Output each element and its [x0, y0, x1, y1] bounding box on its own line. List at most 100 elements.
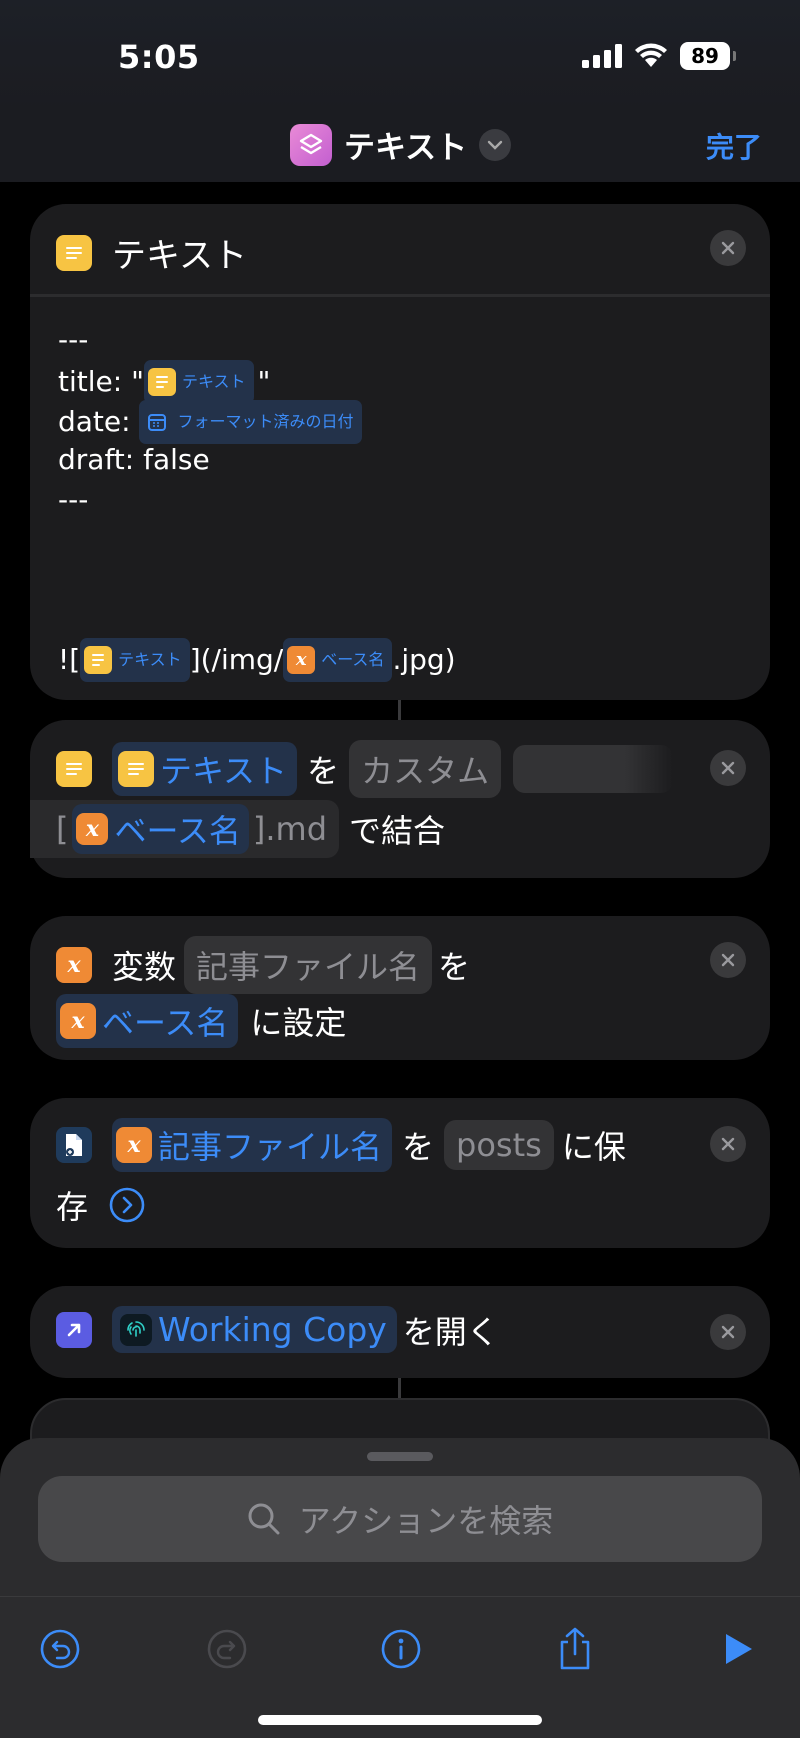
clock: 5:05	[118, 38, 200, 76]
set-variable-action-card[interactable]: x 変数 記事ファイル名 を x ベース名 に設定	[30, 916, 770, 1060]
text-fragment: を	[438, 948, 471, 986]
wifi-icon	[635, 43, 667, 67]
token-label: 記事ファイル名	[158, 1128, 383, 1166]
text-fragment: で結合	[349, 812, 446, 850]
close-icon	[721, 241, 735, 255]
shortcut-title-menu[interactable]: テキスト	[290, 122, 512, 167]
battery-indicator: 89	[680, 42, 736, 70]
text-fragment: を開く	[402, 1312, 499, 1351]
separator-parameter[interactable]: カスタム	[349, 740, 502, 798]
app-token[interactable]: Working Copy	[112, 1306, 397, 1353]
share-button[interactable]	[551, 1625, 599, 1673]
token-label: ベース名	[321, 650, 385, 669]
text-action-icon	[56, 234, 92, 271]
token-label: フォーマット済みの日付	[177, 412, 354, 431]
sheet-grabber[interactable]	[367, 1452, 433, 1461]
text-action-icon	[118, 751, 154, 787]
variable-icon: x	[287, 646, 316, 674]
open-app-icon	[56, 1311, 92, 1348]
text-action-card[interactable]: テキスト --- title: " テキスト " date: フォーマット済みの…	[30, 204, 770, 700]
remove-action-button[interactable]	[710, 942, 746, 978]
play-icon	[726, 1634, 752, 1664]
text-line: ![ テキスト ](/img/ x ベース名 .jpg)	[58, 638, 456, 682]
battery-level: 89	[691, 44, 719, 68]
close-icon	[721, 1325, 735, 1339]
basename-variable-token[interactable]: x ベース名	[72, 804, 249, 854]
combine-text-action-card[interactable]: テキスト を カスタム [ x ベース名 ].md で結合	[30, 720, 770, 878]
remove-action-button[interactable]	[710, 1314, 746, 1350]
done-button[interactable]: 完了	[706, 126, 762, 166]
redo-button[interactable]	[203, 1625, 251, 1673]
text-action-icon	[56, 751, 92, 787]
text-fragment: [	[56, 810, 69, 848]
variable-icon: x	[116, 1127, 152, 1163]
action-connector	[398, 700, 401, 720]
action-connector	[398, 1378, 401, 1398]
text-variable-token[interactable]: テキスト	[80, 638, 190, 682]
token-label: テキスト	[181, 372, 246, 391]
token-label: テキスト	[118, 650, 182, 669]
calendar-icon	[143, 408, 171, 436]
search-icon	[248, 1503, 280, 1535]
text-variable-token[interactable]: テキスト	[143, 360, 254, 404]
editor-toolbar	[0, 1596, 800, 1738]
text-line: title: " テキスト "	[58, 360, 270, 404]
status-icons: 89	[582, 42, 736, 70]
variable-name-field[interactable]: 記事ファイル名	[184, 936, 433, 994]
text-line: draft: false	[58, 443, 210, 476]
text-fragment: title: "	[58, 365, 144, 398]
text-line: ---	[58, 323, 89, 356]
status-bar: 5:05 89	[0, 0, 800, 110]
token-label: ベース名	[102, 1004, 229, 1042]
variable-icon: x	[56, 947, 92, 983]
share-icon	[560, 1627, 590, 1670]
basename-variable-token[interactable]: x ベース名	[283, 638, 393, 682]
formatted-date-token[interactable]: フォーマット済みの日付	[139, 400, 362, 444]
run-button[interactable]	[714, 1625, 762, 1673]
divider	[30, 294, 770, 297]
expand-options-icon[interactable]	[108, 1186, 146, 1224]
token-label: Working Copy	[158, 1310, 387, 1349]
text-action-icon	[84, 646, 113, 674]
cellular-signal-icon	[582, 44, 622, 68]
text-variable-token[interactable]: テキスト	[112, 742, 298, 796]
destination-folder-field[interactable]: posts	[444, 1120, 554, 1170]
text-fragment: ![	[58, 643, 81, 676]
text-fragment: を	[402, 1128, 435, 1166]
fingerprint-icon	[120, 1313, 152, 1346]
article-filename-variable-token[interactable]: x 記事ファイル名	[112, 1118, 393, 1172]
action-search-field[interactable]: アクションを検索	[38, 1476, 762, 1562]
search-placeholder: アクションを検索	[298, 1502, 554, 1540]
action-title: テキスト	[112, 236, 247, 276]
navigation-bar: テキスト 完了	[0, 110, 800, 182]
save-file-action-card[interactable]: x 記事ファイル名 を posts に保 存	[30, 1098, 770, 1248]
redo-icon	[207, 1629, 247, 1669]
text-fragment: "	[257, 365, 271, 398]
text-fragment: ](/img/	[189, 643, 284, 676]
basename-variable-token[interactable]: x ベース名	[56, 994, 239, 1048]
action-search-sheet: アクションを検索	[0, 1438, 800, 1738]
remove-action-button[interactable]	[710, 1126, 746, 1162]
undo-button[interactable]	[36, 1625, 84, 1673]
close-icon	[721, 953, 735, 967]
text-action-icon	[147, 368, 176, 396]
custom-separator-field[interactable]	[513, 745, 674, 793]
text-fragment: 存	[56, 1188, 89, 1226]
home-indicator	[258, 1715, 542, 1725]
variable-icon: x	[60, 1003, 96, 1039]
custom-separator-value[interactable]: [ x ベース名 ].md	[30, 800, 340, 858]
text-fragment: に保	[561, 1128, 626, 1166]
remove-action-button[interactable]	[710, 750, 746, 786]
text-fragment: ].md	[252, 810, 328, 848]
close-icon	[721, 761, 735, 775]
shortcuts-app-icon	[290, 123, 332, 166]
remove-action-button[interactable]	[710, 230, 746, 266]
text-fragment: を	[307, 752, 340, 790]
text-fragment: に設定	[250, 1004, 347, 1042]
chevron-down-icon[interactable]	[479, 128, 512, 161]
open-app-action-card[interactable]: Working Copy を開く	[30, 1286, 770, 1378]
text-line: date: フォーマット済みの日付	[58, 400, 362, 444]
info-button[interactable]	[377, 1625, 425, 1673]
text-fragment: date:	[58, 405, 140, 438]
text-fragment: .jpg)	[392, 643, 456, 676]
